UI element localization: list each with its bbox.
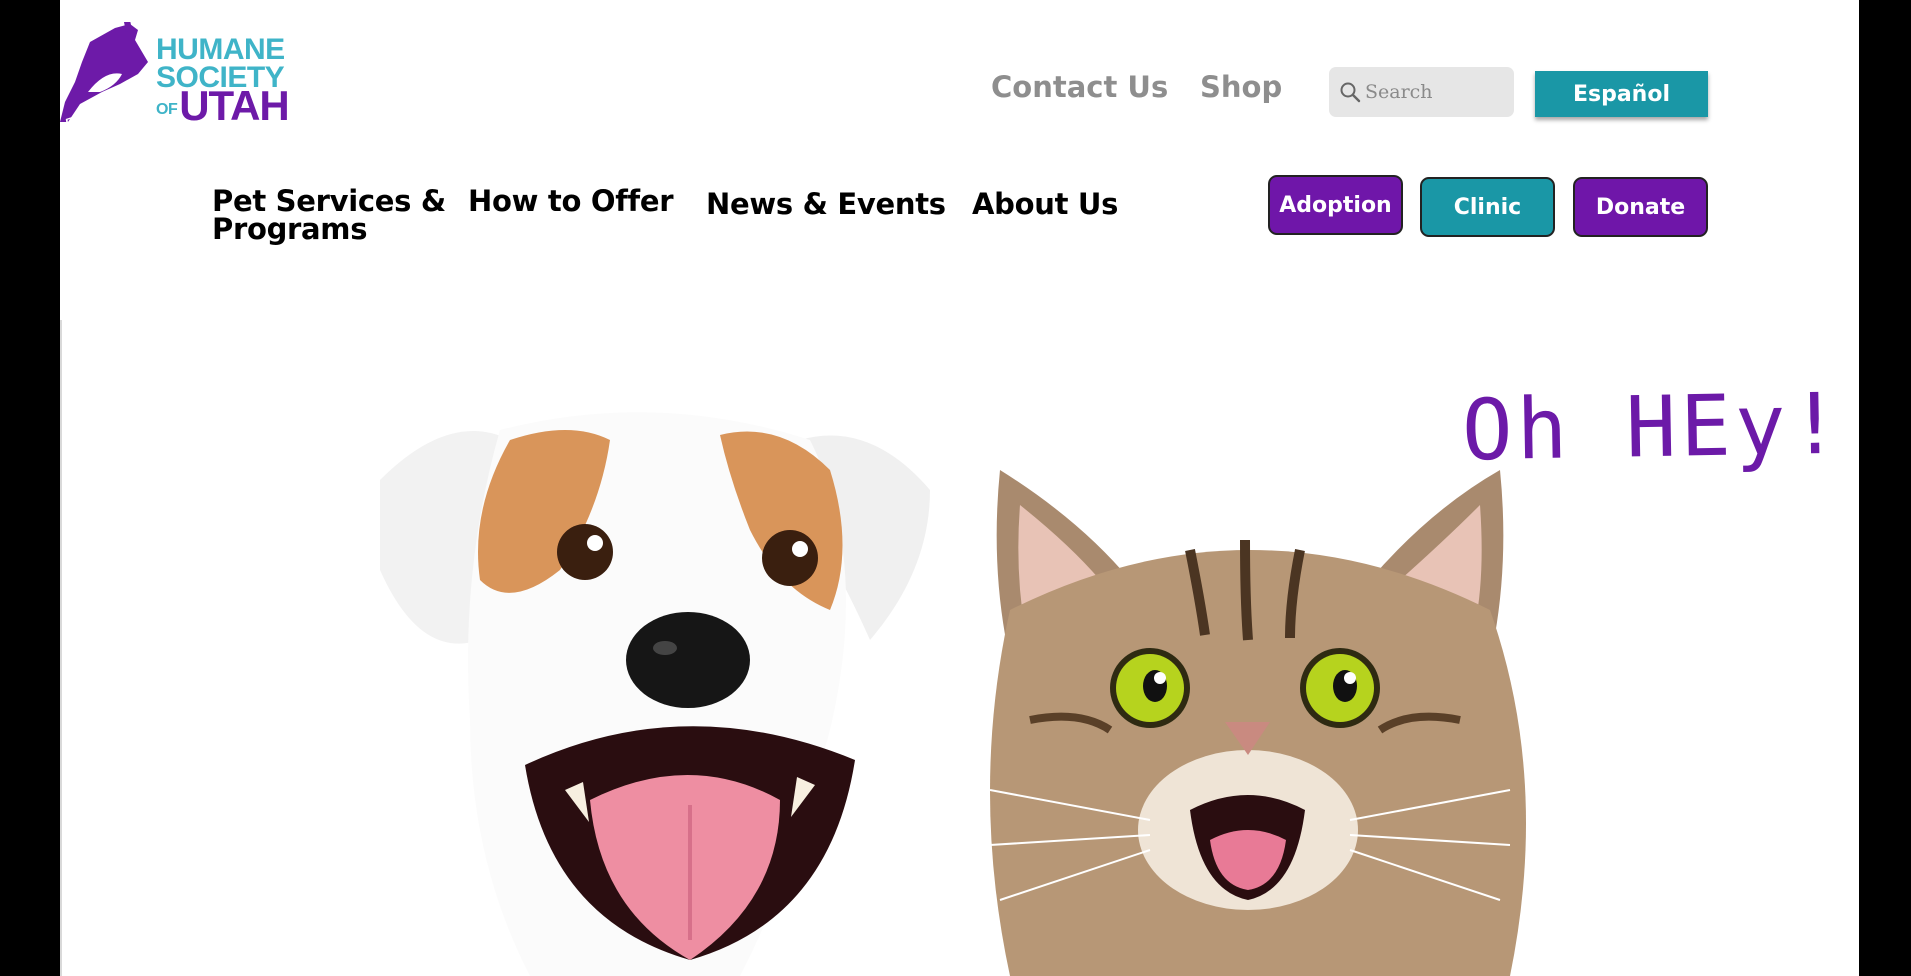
logo-line-humane: HUMANE bbox=[156, 33, 285, 66]
hero-divider bbox=[60, 320, 62, 976]
logo-utah: UTAH bbox=[179, 82, 290, 129]
espanol-button[interactable]: Español bbox=[1535, 71, 1708, 117]
cat-image bbox=[990, 470, 1526, 976]
site-logo[interactable]: EST. 1960 HUMANE SOCIETY OFUTAH bbox=[60, 22, 305, 132]
nav-how-to-offer[interactable]: How to Offer bbox=[468, 187, 674, 216]
nav-about-us[interactable]: About Us bbox=[972, 190, 1118, 219]
logo-of: OF bbox=[156, 101, 178, 118]
logo-wordmark: HUMANE SOCIETY OFUTAH bbox=[156, 33, 290, 127]
clinic-button[interactable]: Clinic bbox=[1420, 177, 1555, 237]
search-box[interactable] bbox=[1329, 67, 1514, 117]
dog-image bbox=[380, 412, 930, 976]
contact-us-link[interactable]: Contact Us bbox=[991, 70, 1168, 104]
donate-button[interactable]: Donate bbox=[1573, 177, 1708, 237]
adoption-button[interactable]: Adoption bbox=[1268, 175, 1403, 235]
page: EST. 1960 HUMANE SOCIETY OFUTAH Contact … bbox=[60, 0, 1859, 976]
nav-pet-services[interactable]: Pet Services & Programs bbox=[212, 187, 446, 246]
shop-link[interactable]: Shop bbox=[1200, 70, 1282, 104]
nav-pet-services-line2: Programs bbox=[212, 212, 368, 246]
search-icon bbox=[1340, 82, 1361, 103]
search-input[interactable] bbox=[1365, 67, 1505, 117]
nav-news-events[interactable]: News & Events bbox=[706, 190, 946, 219]
